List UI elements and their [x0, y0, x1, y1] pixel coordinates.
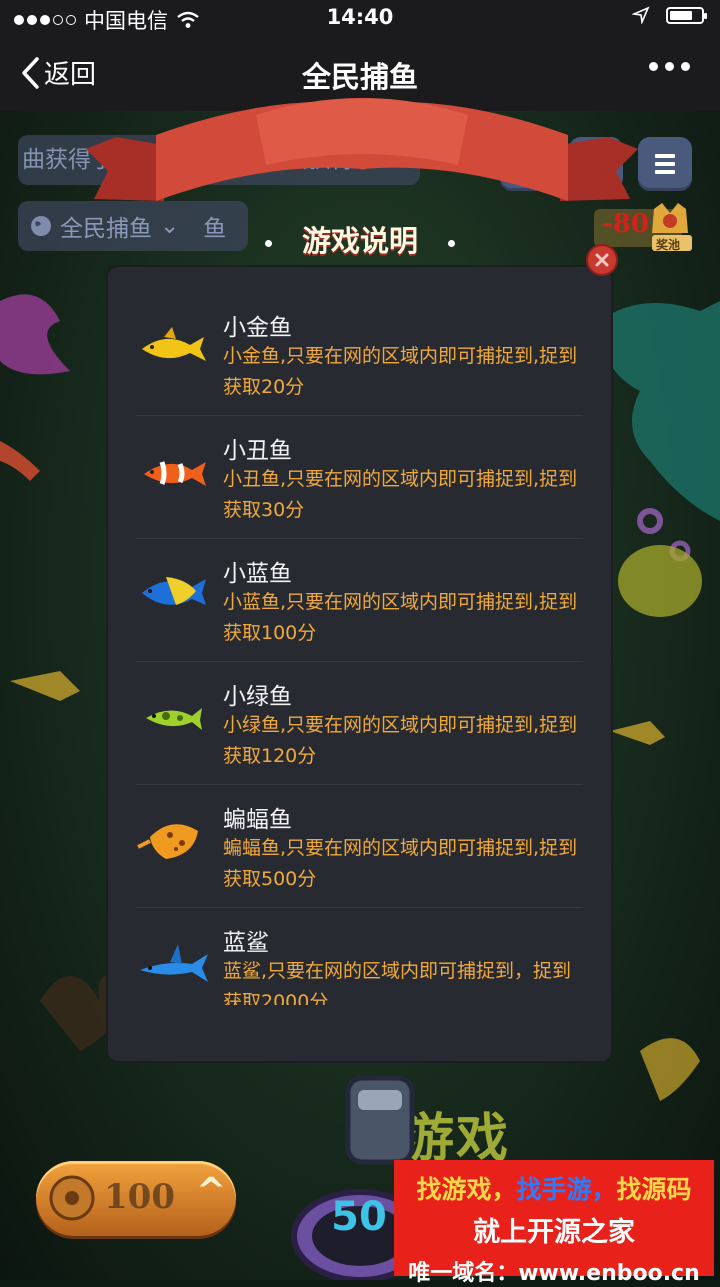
close-button[interactable]	[586, 244, 618, 276]
yellow-fish-icon	[142, 327, 206, 361]
fish-name: 小金鱼	[223, 315, 292, 341]
coin-count: 100	[104, 1177, 175, 1217]
coin-icon	[49, 1175, 95, 1221]
close-icon	[595, 253, 609, 267]
fish-name: 蓝鲨	[223, 930, 269, 956]
fish-list[interactable]: 小金鱼小金鱼,只要在网的区域内即可捕捉到,捉到获取20分小丑鱼小丑鱼,只要在网的…	[136, 293, 583, 1005]
clownfish-icon	[144, 461, 206, 486]
list-item: 小丑鱼小丑鱼,只要在网的区域内即可捕捉到,捉到获取30分	[136, 416, 583, 539]
fish-name: 小绿鱼	[223, 684, 292, 710]
menu-button[interactable]	[638, 137, 692, 191]
battery-icon	[666, 6, 707, 24]
fish-name: 小蓝鱼	[223, 561, 292, 587]
clock: 14:40	[326, 5, 394, 29]
modal-title-text: 游戏说明	[301, 224, 418, 258]
status-bar: 中国电信 14:40	[0, 0, 720, 36]
more-menu-button[interactable]	[649, 62, 690, 71]
ad-banner[interactable]: 找游戏，找手游，找源码 就上开源之家 唯一域名：www.enboo.cn	[394, 1160, 714, 1286]
list-item: 小金鱼小金鱼,只要在网的区域内即可捕捉到,捉到获取20分	[136, 293, 583, 416]
ad-line-3: 唯一域名：www.enboo.cn	[408, 1261, 700, 1286]
fish-description: 蓝鲨,只要在网的区域内即可捕捉到，捉到获取2000分	[223, 960, 572, 1005]
ad-text: 找游戏，	[416, 1175, 517, 1204]
coin-balance: 100 ^	[36, 1161, 236, 1236]
title-ribbon-icon	[86, 98, 638, 201]
location-arrow-icon	[632, 6, 650, 24]
fish-description: 小绿鱼,只要在网的区域内即可捕捉到,捉到获取120分	[223, 714, 578, 767]
list-item: 小绿鱼小绿鱼,只要在网的区域内即可捕捉到,捉到获取120分	[136, 662, 583, 785]
fish-description: 小金鱼,只要在网的区域内即可捕捉到,捉到获取20分	[223, 345, 578, 398]
fish-description: 小蓝鱼,只要在网的区域内即可捕捉到,捉到获取100分	[223, 591, 578, 644]
chevron-up-icon[interactable]: ^	[196, 1171, 226, 1212]
instructions-panel: 小金鱼小金鱼,只要在网的区域内即可捕捉到,捉到获取20分小丑鱼小丑鱼,只要在网的…	[108, 267, 611, 1061]
ad-line-2: 就上开源之家	[473, 1217, 635, 1248]
fish-description: 小丑鱼,只要在网的区域内即可捕捉到,捉到获取30分	[223, 468, 578, 521]
fish-description: 蝙蝠鱼,只要在网的区域内即可捕捉到,捉到获取500分	[223, 837, 578, 890]
ad-text: 找源码	[616, 1175, 692, 1204]
list-item: 蝙蝠鱼蝙蝠鱼,只要在网的区域内即可捕捉到,捉到获取500分	[136, 785, 583, 908]
menu-icon	[655, 154, 675, 174]
ad-line-1: 找游戏，找手游，找源码	[394, 1170, 714, 1206]
cannon-level: 50	[331, 1194, 387, 1240]
fish-name: 小丑鱼	[223, 438, 292, 464]
blue-shark-icon	[140, 944, 208, 982]
list-item: 小蓝鱼小蓝鱼,只要在网的区域内即可捕捉到,捉到获取100分	[136, 539, 583, 662]
ad-text: 找手游，	[516, 1175, 617, 1204]
green-fish-icon	[146, 708, 202, 730]
blue-fish-icon	[142, 577, 206, 605]
fish-name: 蝙蝠鱼	[223, 807, 292, 833]
list-item: 蓝鲨蓝鲨,只要在网的区域内即可捕捉到，捉到获取2000分	[136, 908, 583, 1005]
batfish-icon	[137, 824, 198, 859]
